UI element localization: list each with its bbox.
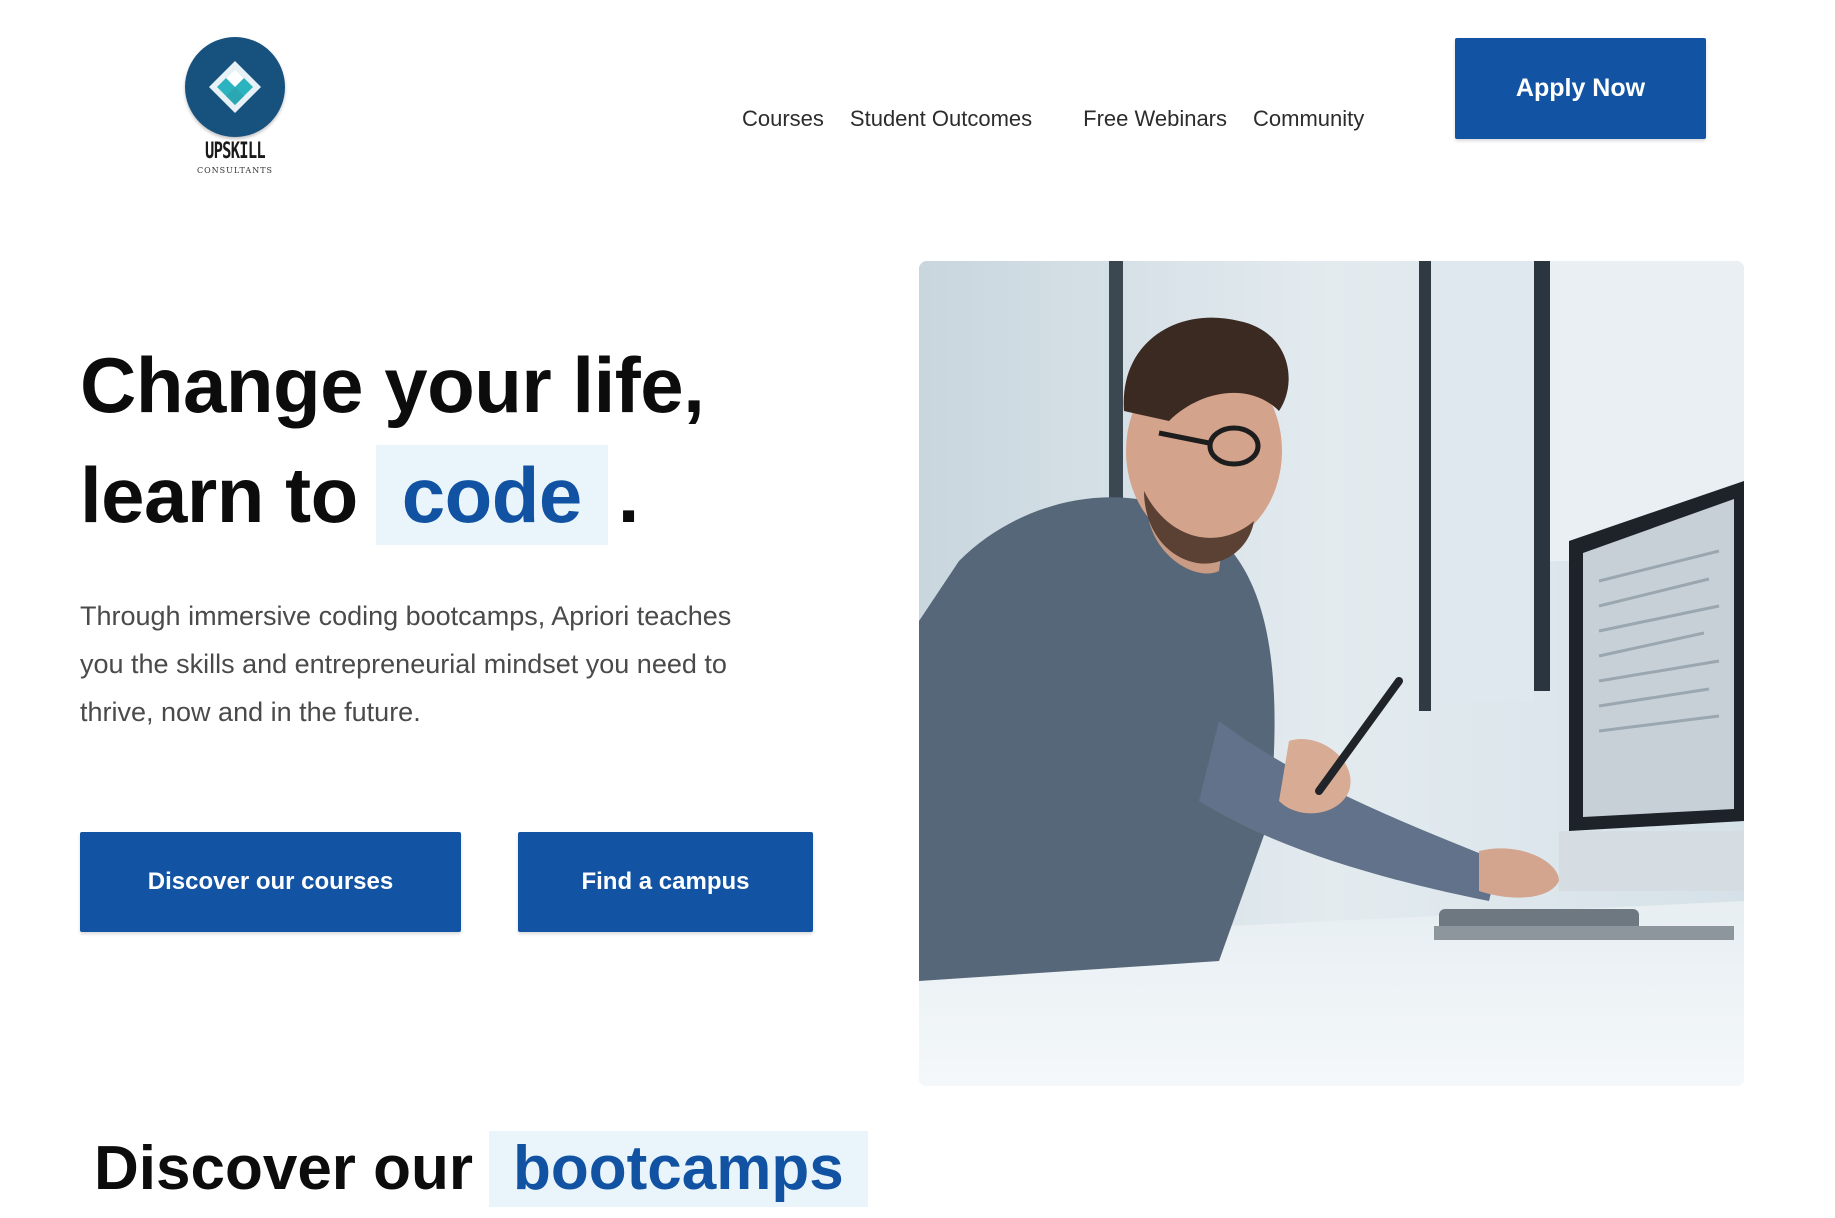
hero-description: Through immersive coding bootcamps, Apri… (80, 601, 732, 727)
logo-subtitle: CONSULTANTS (196, 166, 274, 175)
main-nav: Courses Student Outcomes Free Webinars C… (742, 106, 1364, 132)
nav-item-community[interactable]: Community (1253, 106, 1364, 132)
hero-title-line2-prefix: learn to (80, 451, 358, 539)
nav-item-courses[interactable]: Courses (742, 106, 824, 132)
section-title: Discover our bootcamps (94, 1131, 868, 1207)
logo[interactable]: UPSKILL CONSULTANTS (185, 37, 285, 175)
hero-title-line1: Change your life, (80, 341, 705, 429)
hero-title-suffix: . (617, 451, 640, 539)
hero-photo (919, 261, 1744, 1086)
discover-courses-button[interactable]: Discover our courses (80, 832, 461, 932)
hero-title: Change your life, learn to code. (80, 330, 705, 550)
nav-item-student-outcomes[interactable]: Student Outcomes (850, 106, 1032, 132)
nav-item-free-webinars[interactable]: Free Webinars (1083, 106, 1227, 132)
apply-now-button[interactable]: Apply Now (1455, 38, 1706, 139)
section-title-prefix: Discover our (94, 1134, 474, 1203)
page: UPSKILL CONSULTANTS Courses Student Outc… (0, 0, 1835, 1218)
logo-mark-icon (185, 37, 285, 137)
find-campus-button[interactable]: Find a campus (518, 832, 813, 932)
section-title-highlight: bootcamps (489, 1131, 868, 1207)
logo-name: UPSKILL (204, 139, 266, 164)
hero-title-highlight: code (375, 445, 608, 545)
